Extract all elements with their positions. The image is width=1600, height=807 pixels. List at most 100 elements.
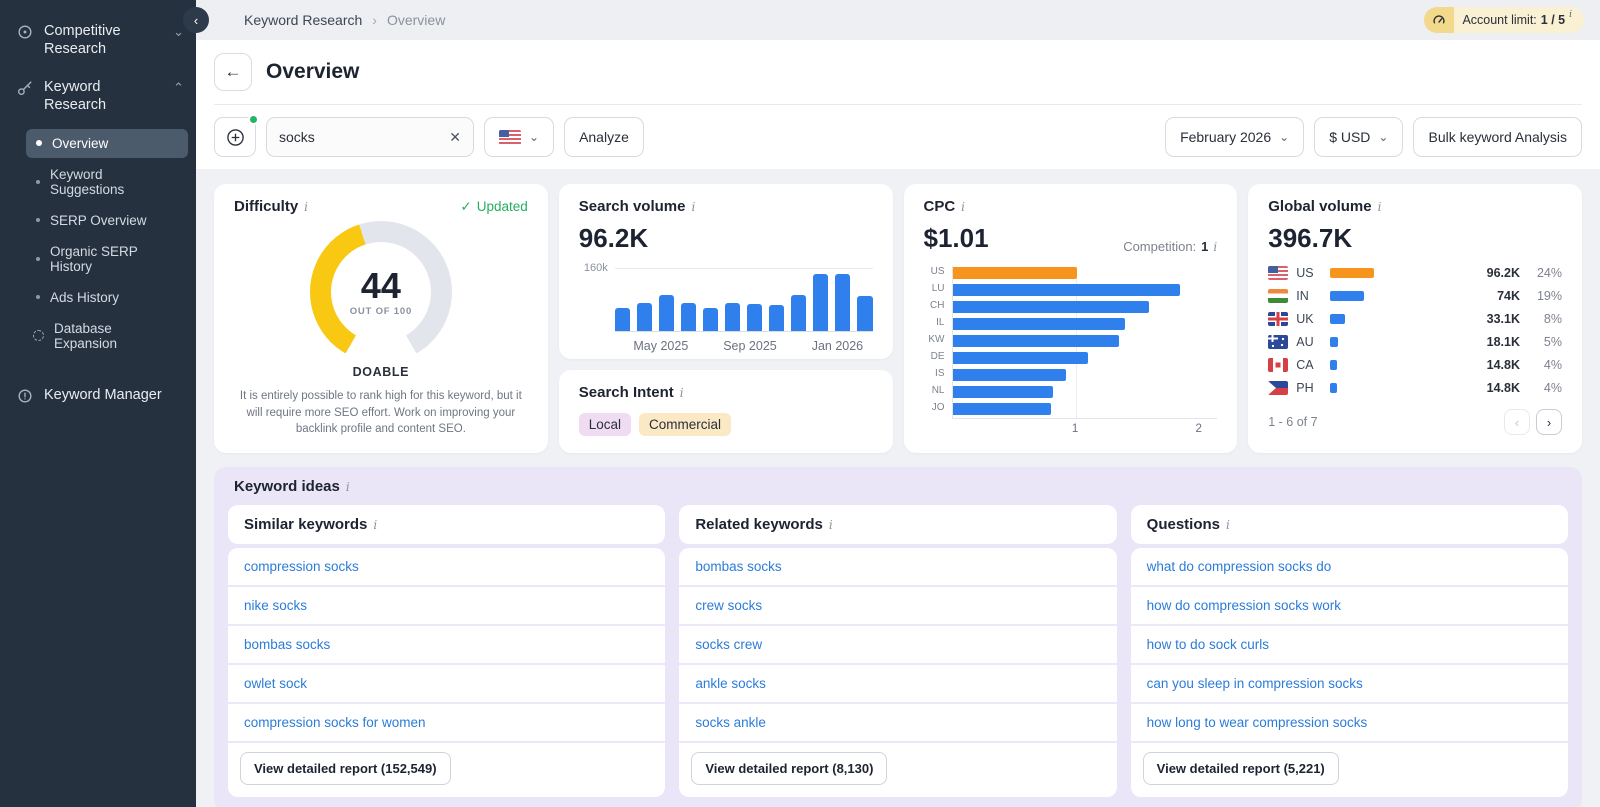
- sidebar-item-organic-serp-history[interactable]: Organic SERP History: [26, 237, 188, 281]
- analyze-button[interactable]: Analyze: [564, 117, 644, 157]
- view-report-button[interactable]: View detailed report (8,130): [691, 752, 888, 785]
- difficulty-card: Difficulty i ✓ Updated 44 OUT OF 100 DOA: [214, 184, 548, 453]
- volume-value: 14.8K: [1486, 358, 1520, 372]
- volume-bar: [769, 305, 785, 331]
- account-limit-badge[interactable]: Account limit: 1 / 5 i: [1424, 7, 1584, 33]
- region-dropdown[interactable]: ⌄: [484, 117, 555, 157]
- sidebar-collapse-button[interactable]: ‹: [183, 7, 209, 33]
- keyword-link[interactable]: ankle socks: [679, 665, 1117, 704]
- sidebar-item-label: Keyword Suggestions: [50, 166, 125, 197]
- volume-bar: [725, 303, 741, 331]
- keyword-link[interactable]: socks ankle: [679, 704, 1117, 743]
- info-icon[interactable]: i: [1226, 518, 1230, 532]
- info-icon[interactable]: i: [304, 200, 308, 214]
- keyword-link[interactable]: how to do sock curls: [1130, 626, 1568, 665]
- content-area: Difficulty i ✓ Updated 44 OUT OF 100 DOA: [196, 169, 1600, 807]
- keyword-link[interactable]: socks crew: [679, 626, 1117, 665]
- x-axis-label: Jan 2026: [811, 339, 864, 353]
- keyword-link[interactable]: compression socks: [228, 548, 666, 587]
- info-icon[interactable]: i: [961, 200, 965, 214]
- volume-bar: [703, 308, 719, 331]
- volume-percent: 4%: [1543, 358, 1562, 372]
- view-report-button[interactable]: View detailed report (152,549): [240, 752, 451, 785]
- sidebar-item-database-expansion[interactable]: Database Expansion: [26, 314, 188, 358]
- keyword-link[interactable]: crew socks: [679, 587, 1117, 626]
- back-button[interactable]: ←: [214, 53, 252, 91]
- bullet-icon: [36, 140, 42, 146]
- sidebar-item-keyword-suggestions[interactable]: Keyword Suggestions: [26, 160, 188, 204]
- keyword-link[interactable]: what do compression socks do: [1130, 548, 1568, 587]
- cpc-country-label: DE: [930, 351, 945, 362]
- volume-bar: [1330, 314, 1346, 324]
- keyword-link[interactable]: can you sleep in compression socks: [1130, 665, 1568, 704]
- sidebar-item-competitive-research[interactable]: Competitive Research ⌄: [0, 12, 196, 68]
- pagination-prev-button[interactable]: ‹: [1504, 409, 1530, 435]
- volume-bar: [1330, 337, 1339, 347]
- country-volume-row: CA 14.8K 4%: [1268, 358, 1562, 372]
- sidebar-item-keyword-manager[interactable]: Keyword Manager: [0, 376, 196, 415]
- info-icon[interactable]: i: [691, 200, 695, 214]
- info-icon[interactable]: i: [346, 480, 350, 494]
- period-dropdown[interactable]: February 2026 ⌄: [1165, 117, 1305, 157]
- card-title: Search Intent: [578, 384, 674, 401]
- sidebar-item-label: Keyword Research: [44, 79, 107, 114]
- view-report-button[interactable]: View detailed report (5,221): [1142, 752, 1339, 785]
- volume-bar: [813, 274, 829, 331]
- cpc-value: $1.01: [923, 223, 989, 253]
- flag-au-icon: [1268, 335, 1289, 349]
- volume-value: 33.1K: [1486, 312, 1520, 326]
- keyword-link[interactable]: compression socks for women: [228, 704, 666, 743]
- volume-bar: [1330, 291, 1365, 301]
- country-code: PH: [1296, 381, 1314, 395]
- volume-percent: 19%: [1536, 289, 1562, 303]
- flag-uk-icon: [1268, 312, 1289, 326]
- keyword-link[interactable]: owlet sock: [228, 665, 666, 704]
- breadcrumb-parent[interactable]: Keyword Research: [244, 12, 362, 28]
- keyword-link[interactable]: bombas socks: [228, 626, 666, 665]
- pagination-next-button[interactable]: ›: [1536, 409, 1562, 435]
- x-axis-label: [784, 339, 786, 353]
- keyword-link[interactable]: how do compression socks work: [1130, 587, 1568, 626]
- keyword-link[interactable]: nike socks: [228, 587, 666, 626]
- sidebar-item-overview[interactable]: Overview: [26, 128, 188, 158]
- questions-column: Questions i what do compression socks do…: [1130, 505, 1568, 797]
- info-icon[interactable]: i: [1213, 240, 1217, 254]
- x-axis-label: [695, 339, 697, 353]
- account-limit-value: 1 / 5: [1540, 13, 1566, 27]
- difficulty-outof: OUT OF 100: [349, 305, 413, 317]
- search-volume-chart: 160k May 2025 Sep 2025 Jan 2026: [579, 262, 873, 353]
- intent-badge-local: Local: [578, 413, 632, 436]
- flag-ph-icon: [1268, 381, 1289, 395]
- currency-dropdown[interactable]: $ USD ⌄: [1314, 117, 1404, 157]
- keyword-link[interactable]: how long to wear compression socks: [1130, 704, 1568, 743]
- sidebar-item-ads-history[interactable]: Ads History: [26, 283, 188, 312]
- clear-input-icon[interactable]: ✕: [449, 129, 461, 146]
- volume-bar: [835, 274, 851, 331]
- sidebar-item-label: Database Expansion: [54, 320, 118, 351]
- keyword-link[interactable]: bombas socks: [679, 548, 1117, 587]
- info-icon[interactable]: i: [373, 518, 377, 532]
- add-keyword-button[interactable]: [214, 114, 259, 157]
- difficulty-gauge: 44 OUT OF 100: [309, 221, 452, 363]
- cpc-card: CPC i $1.01 Competition: 1 i US LU CH IL KW D…: [903, 184, 1238, 453]
- x-axis-tick: 1: [1071, 423, 1079, 435]
- bullet-icon: [36, 295, 40, 299]
- x-axis-label: [870, 339, 872, 353]
- info-icon[interactable]: i: [680, 386, 684, 400]
- bulk-analysis-button[interactable]: Bulk keyword Analysis: [1413, 117, 1582, 157]
- search-volume-value: 96.2K: [578, 223, 649, 253]
- keyword-search-input[interactable]: socks ✕: [266, 117, 474, 157]
- sidebar-item-serp-overview[interactable]: SERP Overview: [26, 206, 188, 235]
- cpc-axis-ticks: 12: [952, 423, 1218, 439]
- bullet-icon: [36, 256, 40, 261]
- info-icon[interactable]: i: [1378, 200, 1382, 214]
- cpc-bar: [952, 352, 1089, 364]
- flag-us-icon: [1268, 266, 1289, 280]
- info-icon[interactable]: i: [829, 518, 833, 532]
- breadcrumb-current: Overview: [386, 12, 446, 28]
- sidebar-item-keyword-research[interactable]: Keyword Research ⌃: [0, 68, 196, 124]
- related-keywords-column: Related keywords i bombas socks crew sock…: [679, 505, 1117, 797]
- difficulty-score: 44: [360, 264, 401, 306]
- similar-keywords-column: Similar keywords i compression socks nike…: [228, 505, 666, 797]
- column-title: Related keywords: [695, 516, 823, 533]
